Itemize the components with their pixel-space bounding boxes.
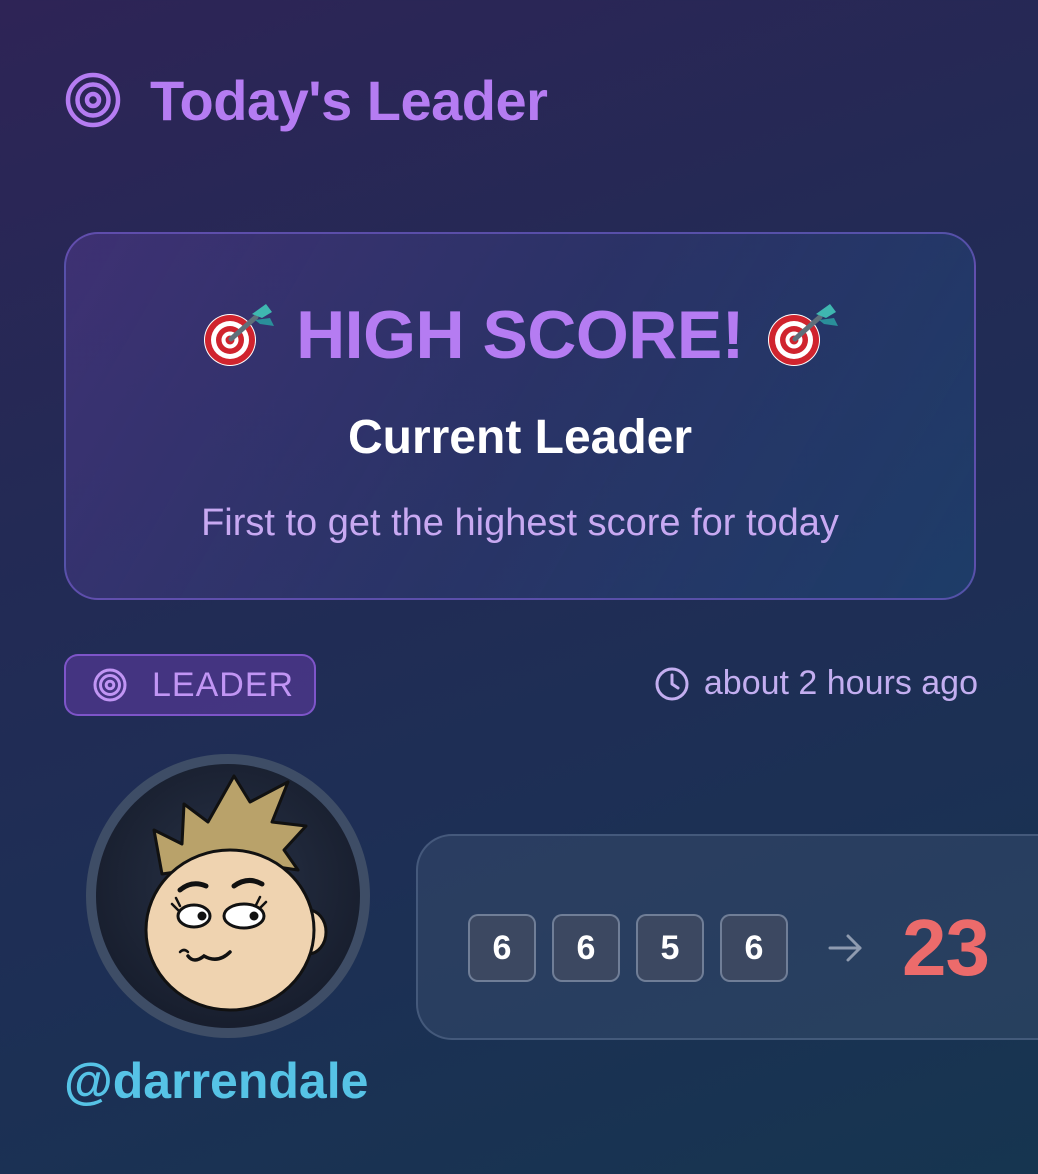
die: 6	[720, 914, 788, 982]
dice-row: 6 6 5 6 23	[468, 902, 990, 994]
username[interactable]: @darrendale	[64, 1052, 368, 1110]
high-score-card: HIGH SCORE! Current Leader First to get …	[64, 232, 976, 600]
current-leader-title: Current Leader	[347, 411, 693, 464]
target-icon	[93, 668, 127, 702]
die: 5	[636, 914, 704, 982]
arrow-right-icon	[828, 934, 862, 962]
leader-badge-label: LEADER	[152, 665, 295, 704]
dice-roll-panel: 6 6 5 6 23	[416, 834, 1038, 1040]
target-icon	[65, 72, 121, 128]
timestamp: about 2 hours ago	[654, 664, 978, 703]
page-title: Today's Leader	[150, 68, 548, 132]
die: 6	[468, 914, 536, 982]
current-leader-description: First to get the highest score for today	[201, 502, 839, 544]
leader-badge: LEADER	[64, 654, 316, 716]
high-score-headline: HIGH SCORE!	[66, 296, 974, 374]
clock-icon	[655, 667, 689, 700]
page-header: Today's Leader	[64, 68, 548, 132]
high-score-text: HIGH SCORE!	[296, 297, 744, 373]
direct-hit-dart-icon	[767, 304, 838, 366]
direct-hit-dart-icon	[204, 304, 275, 366]
timestamp-text: about 2 hours ago	[703, 664, 978, 702]
avatar[interactable]	[84, 752, 372, 1040]
score-total: 23	[902, 903, 990, 992]
die: 6	[552, 914, 620, 982]
